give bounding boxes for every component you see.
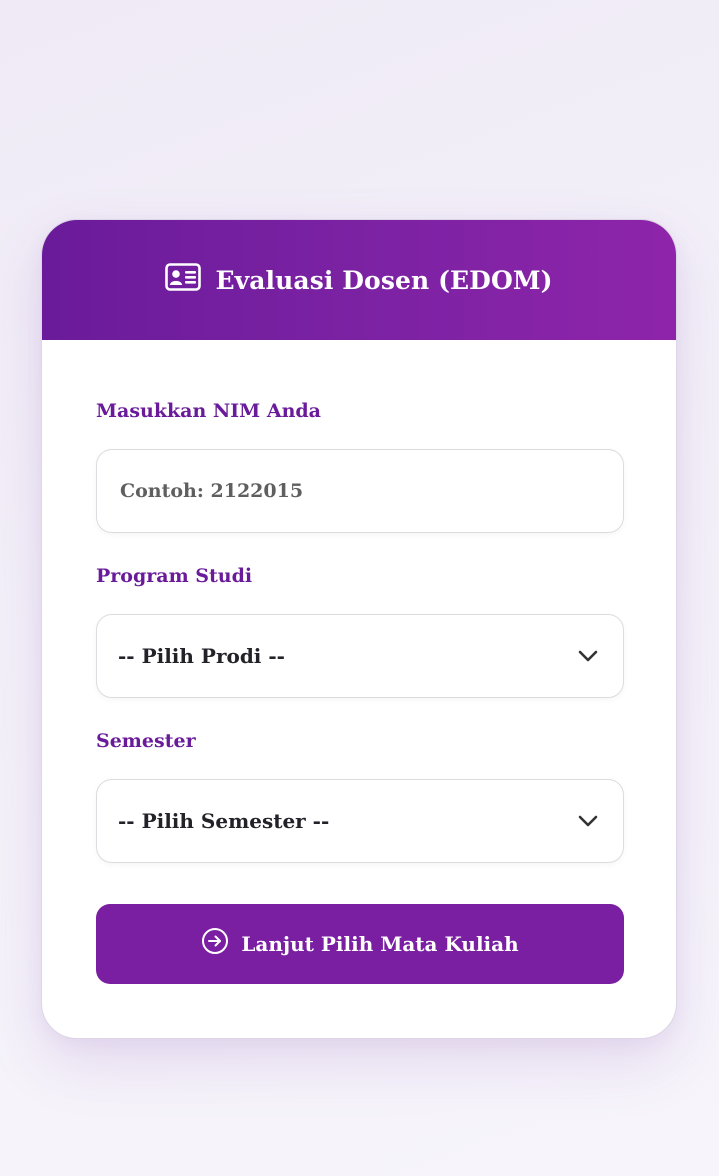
prodi-label: Program Studi	[96, 565, 253, 587]
nim-label: Masukkan NIM Anda	[96, 400, 321, 422]
submit-button-label: Lanjut Pilih Mata Kuliah	[241, 932, 519, 956]
semester-label: Semester	[96, 730, 196, 752]
prodi-select[interactable]: -- Pilih Prodi --	[96, 614, 624, 698]
prodi-selected-value: -- Pilih Prodi --	[118, 644, 285, 668]
chevron-down-icon	[578, 815, 598, 827]
submit-button[interactable]: Lanjut Pilih Mata Kuliah	[96, 904, 624, 984]
edom-card: Evaluasi Dosen (EDOM) Masukkan NIM Anda …	[41, 219, 677, 1039]
id-card-icon	[165, 263, 202, 291]
page-title: Evaluasi Dosen (EDOM)	[215, 265, 553, 295]
chevron-down-icon	[578, 650, 598, 662]
nim-input[interactable]	[118, 479, 599, 503]
semester-selected-value: -- Pilih Semester --	[118, 809, 330, 833]
semester-select[interactable]: -- Pilih Semester --	[96, 779, 624, 863]
card-header: Evaluasi Dosen (EDOM)	[42, 220, 676, 340]
nim-field[interactable]	[96, 449, 624, 533]
arrow-circle-right-icon	[202, 928, 229, 954]
